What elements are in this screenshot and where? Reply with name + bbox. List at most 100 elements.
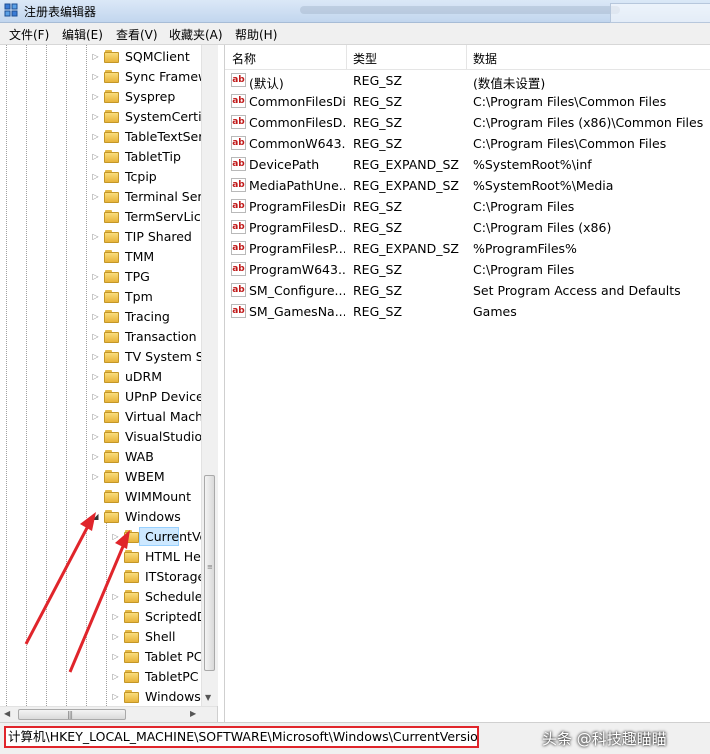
- tree-item[interactable]: ▷ TabletTip: [0, 147, 200, 167]
- grip-icon: |||: [67, 710, 73, 719]
- menu-edit[interactable]: 编辑(E): [62, 26, 103, 43]
- triangle-right-icon[interactable]: ▷: [91, 232, 100, 242]
- triangle-right-icon[interactable]: ▷: [111, 652, 120, 662]
- value-row[interactable]: ab ProgramW643... REG_SZ C:\Program Files: [225, 259, 710, 280]
- tree-item[interactable]: ▷ WBEM: [0, 467, 200, 487]
- value-row[interactable]: ab ProgramFilesD... REG_SZ C:\Program Files…: [225, 217, 710, 238]
- scroll-right-arrow-icon[interactable]: ▶: [190, 709, 196, 718]
- column-separator[interactable]: [466, 45, 467, 69]
- tree-item[interactable]: ▷ SystemCertifi: [0, 107, 209, 127]
- tree-item[interactable]: ▷ Sync Framew: [0, 67, 208, 87]
- folder-icon: [124, 650, 140, 663]
- tree-item[interactable]: ▷ TabletPC: [0, 667, 200, 687]
- value-row[interactable]: ab DevicePath REG_EXPAND_SZ %SystemRoot%\in…: [225, 154, 710, 175]
- triangle-right-icon[interactable]: ▷: [91, 52, 100, 62]
- column-separator[interactable]: [346, 45, 347, 69]
- value-row[interactable]: ab ProgramFilesDir REG_SZ C:\Program Files: [225, 196, 710, 217]
- triangle-down-icon[interactable]: ◢: [91, 512, 100, 522]
- value-row[interactable]: ab ProgramFilesP... REG_EXPAND_SZ %ProgramF…: [225, 238, 710, 259]
- triangle-right-icon[interactable]: ▷: [111, 672, 120, 682]
- scrollbar-thumb[interactable]: |||: [18, 709, 126, 720]
- value-name: SM_Configure...: [249, 283, 345, 298]
- value-row[interactable]: ab SM_GamesNa... REG_SZ Games: [225, 301, 710, 322]
- triangle-right-icon[interactable]: ▷: [91, 352, 100, 362]
- tree-item[interactable]: ITStorage: [0, 567, 205, 587]
- scrollbar-thumb[interactable]: ≡: [204, 475, 215, 671]
- tree-item[interactable]: ▷ TIP Shared: [0, 227, 200, 247]
- scroll-down-arrow-icon[interactable]: ▼: [205, 693, 211, 702]
- value-row[interactable]: ab CommonFilesD... REG_SZ C:\Program Files …: [225, 112, 710, 133]
- menu-help[interactable]: 帮助(H): [235, 26, 277, 43]
- tree-vertical-scrollbar[interactable]: ≡ ▼: [201, 45, 218, 706]
- tree-item[interactable]: TMM: [0, 247, 200, 267]
- value-row[interactable]: ab CommonFilesDir REG_SZ C:\Program Files\C…: [225, 91, 710, 112]
- triangle-right-icon[interactable]: ▷: [111, 632, 120, 642]
- blurred-background-window: [610, 3, 710, 23]
- value-row[interactable]: ab SM_Configure... REG_SZ Set Program Acces…: [225, 280, 710, 301]
- tree-item-label: Tablet PC: [145, 649, 203, 664]
- triangle-right-icon[interactable]: ▷: [91, 152, 100, 162]
- triangle-right-icon[interactable]: ▷: [111, 692, 120, 702]
- menu-favorites[interactable]: 收藏夹(A): [169, 26, 223, 43]
- triangle-right-icon[interactable]: ▷: [111, 612, 120, 622]
- value-row[interactable]: ab MediaPathUne... REG_EXPAND_SZ %SystemRoo…: [225, 175, 710, 196]
- triangle-right-icon[interactable]: ▷: [111, 592, 120, 602]
- tree-horizontal-scrollbar[interactable]: ◀ ||| ▶: [0, 706, 217, 723]
- triangle-right-icon[interactable]: ▷: [111, 532, 120, 542]
- triangle-right-icon[interactable]: ▷: [91, 412, 100, 422]
- triangle-right-icon[interactable]: ▷: [91, 172, 100, 182]
- value-row[interactable]: ab (默认) REG_SZ (数值未设置): [225, 70, 710, 91]
- triangle-right-icon[interactable]: ▷: [91, 92, 100, 102]
- triangle-right-icon[interactable]: ▷: [91, 292, 100, 302]
- tree-item[interactable]: TermServLice: [0, 207, 208, 227]
- scroll-left-arrow-icon[interactable]: ◀: [4, 709, 10, 718]
- tree-item[interactable]: ▷ Tablet PC: [0, 647, 203, 667]
- tree-item[interactable]: ▷ SQMClient: [0, 47, 200, 67]
- tree-item[interactable]: ▷ UPnP Device: [0, 387, 203, 407]
- tree-item[interactable]: ▷ Schedulec: [0, 587, 209, 607]
- tree-item[interactable]: ▷ TPG: [0, 267, 200, 287]
- triangle-right-icon[interactable]: ▷: [91, 312, 100, 322]
- tree-item[interactable]: ▷ Shell: [0, 627, 200, 647]
- tree-item[interactable]: ▷ Sysprep: [0, 87, 200, 107]
- triangle-right-icon[interactable]: ▷: [91, 112, 100, 122]
- menu-view[interactable]: 查看(V): [116, 26, 158, 43]
- tree-item[interactable]: ◢ Windows: [0, 507, 200, 527]
- triangle-right-icon[interactable]: ▷: [91, 72, 100, 82]
- value-row[interactable]: ab CommonW643... REG_SZ C:\Program Files\Co…: [225, 133, 710, 154]
- tree-item[interactable]: WIMMount: [0, 487, 200, 507]
- tree-item[interactable]: ▷ Transaction S: [0, 327, 208, 347]
- column-header-data[interactable]: 数据: [473, 50, 497, 67]
- triangle-right-icon[interactable]: ▷: [91, 272, 100, 282]
- registry-values-list[interactable]: 名称 类型 数据 ab (默认) REG_SZ (数值未设置) ab CommonFile…: [224, 45, 710, 722]
- tree-item[interactable]: ▷ ScriptedD: [0, 607, 206, 627]
- column-header-type[interactable]: 类型: [353, 50, 377, 67]
- tree-item[interactable]: ▷ Windows: [0, 687, 200, 707]
- tree-item[interactable]: ▷ WAB: [0, 447, 200, 467]
- triangle-right-icon[interactable]: ▷: [91, 372, 100, 382]
- tree-item[interactable]: ▷ TableTextSer: [0, 127, 203, 147]
- triangle-right-icon[interactable]: ▷: [91, 132, 100, 142]
- registry-key-tree[interactable]: ▷ SQMClient ▷ Sync Framew ▷ Sysprep ▷ SystemCer…: [0, 45, 218, 722]
- tree-item[interactable]: ▷ Virtual Machi: [0, 407, 206, 427]
- menu-file[interactable]: 文件(F): [9, 26, 49, 43]
- triangle-right-icon[interactable]: ▷: [91, 452, 100, 462]
- triangle-right-icon[interactable]: ▷: [91, 192, 100, 202]
- tree-item[interactable]: ▷ Tcpip: [0, 167, 200, 187]
- triangle-right-icon[interactable]: ▷: [91, 392, 100, 402]
- tree-item[interactable]: HTML Hel: [0, 547, 204, 567]
- triangle-right-icon[interactable]: ▷: [91, 332, 100, 342]
- tree-item[interactable]: ▷ TV System Se: [0, 347, 211, 367]
- tree-item[interactable]: ▷ Terminal Serv: [0, 187, 210, 207]
- tree-item[interactable]: ▷ VisualStudio: [0, 427, 202, 447]
- tree-item[interactable]: ▷ Tpm: [0, 287, 200, 307]
- value-data: C:\Program Files\Common Files: [473, 136, 667, 151]
- triangle-right-icon[interactable]: ▷: [91, 432, 100, 442]
- folder-icon: [124, 630, 140, 643]
- tree-item[interactable]: ▷ uDRM: [0, 367, 200, 387]
- tree-item-label: UPnP Device: [125, 389, 204, 404]
- column-header-name[interactable]: 名称: [232, 50, 256, 67]
- triangle-right-icon[interactable]: ▷: [91, 472, 100, 482]
- tree-item[interactable]: ▷ CurrentVe: [0, 527, 207, 547]
- tree-item[interactable]: ▷ Tracing: [0, 307, 200, 327]
